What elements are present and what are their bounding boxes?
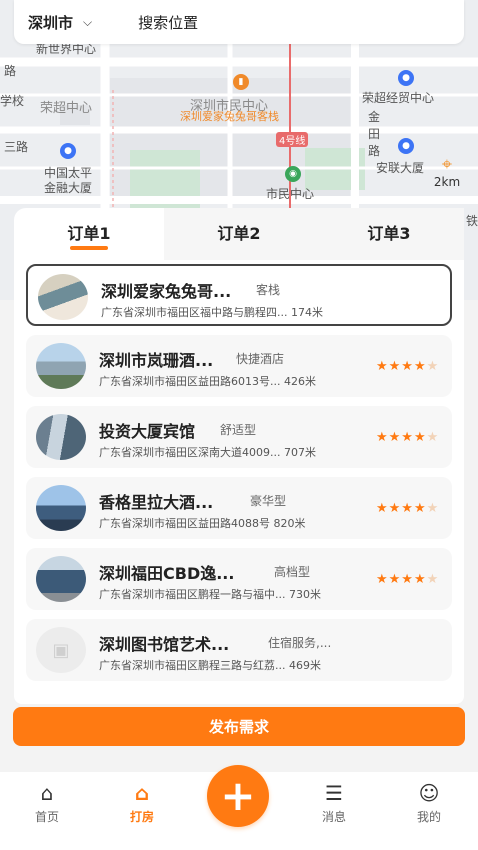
hotel-marker-icon[interactable]: ▮ xyxy=(233,74,249,90)
hotel-type: 豪华型 xyxy=(250,494,287,508)
distance-value: 2km xyxy=(433,175,461,189)
nav-label: 打房 xyxy=(129,810,154,824)
publish-demand-button[interactable]: 发布需求 xyxy=(13,707,465,746)
map-label-hotel: 深圳爱家兔兔哥客栈 xyxy=(180,110,279,123)
image-placeholder-icon: ▣ xyxy=(36,627,86,673)
nav-label: 首页 xyxy=(34,810,59,824)
hotel-thumbnail xyxy=(38,274,88,320)
hotel-name: 深圳市岚珊酒... xyxy=(99,351,214,370)
hotel-type: 快捷酒店 xyxy=(236,352,285,366)
hotel-type: 高档型 xyxy=(274,565,311,579)
nav-label: 消息 xyxy=(321,810,346,824)
map-pin-icon: ● xyxy=(398,138,414,154)
hotel-address: 广东省深圳市福田区鹏程三路与红荔... 469米 xyxy=(99,659,321,672)
profile-icon: ☺ xyxy=(418,781,440,805)
hotel-list-item[interactable]: 投资大厦宾馆 舒适型 广东省深圳市福田区深南大道4009... 707米 ★★★… xyxy=(26,406,452,468)
map-label-allianz: 安联大厦 xyxy=(376,161,425,175)
hotel-list-item[interactable]: 深圳爱家兔兔哥... 客栈 广东省深圳市福田区福中路与鹏程四... 174米 xyxy=(26,264,452,326)
star-rating: ★★★★★ xyxy=(376,501,440,516)
hotel-name: 深圳图书馆艺术... xyxy=(99,635,230,654)
hotel-name: 香格里拉大酒... xyxy=(99,493,214,512)
star-rating: ★★★★★ xyxy=(376,572,440,587)
hotel-name: 深圳福田CBD逸... xyxy=(99,564,235,583)
nav-profile[interactable]: ☺ 我的 xyxy=(399,780,459,825)
map-label-sanlu: 三路 xyxy=(4,140,29,154)
nav-label: 我的 xyxy=(416,810,441,824)
map-pin-icon: ● xyxy=(60,143,76,159)
map-label-rongchao-trade: 荣超经贸中心 xyxy=(362,91,435,105)
hotel-list-item[interactable]: 深圳市岚珊酒... 快捷酒店 广东省深圳市福田区益田路6013号... 426米… xyxy=(26,335,452,397)
hotel-address: 广东省深圳市福田区益田路4088号 820米 xyxy=(99,517,306,530)
nav-home[interactable]: ⌂ 首页 xyxy=(17,780,77,825)
search-bar: 深圳市 ⌵ 搜索位置 xyxy=(14,0,464,44)
hotel-list-item[interactable]: ▣ 深圳图书馆艺术... 住宿服务,... 广东省深圳市福田区鹏程三路与红荔..… xyxy=(26,619,452,681)
hotel-address: 广东省深圳市福田区深南大道4009... 707米 xyxy=(99,446,316,459)
tab-order-2[interactable]: 订单2 xyxy=(164,208,314,260)
hotel-address: 广东省深圳市福田区福中路与鹏程四... 174米 xyxy=(101,306,323,319)
nav-messages[interactable]: ☰ 消息 xyxy=(304,780,364,825)
search-input[interactable]: 搜索位置 xyxy=(138,12,198,33)
hotel-list: 深圳爱家兔兔哥... 客栈 广东省深圳市福田区福中路与鹏程四... 174米 深… xyxy=(26,264,452,690)
hotel-thumbnail xyxy=(36,485,86,531)
metro-station-icon: ◉ xyxy=(285,166,301,182)
tab-order-3[interactable]: 订单3 xyxy=(314,208,464,260)
map-label-road: 路 xyxy=(4,64,17,78)
home-icon: ⌂ xyxy=(40,781,54,805)
map-label-civic-station: 市民中心 xyxy=(266,187,315,201)
hotel-type: 舒适型 xyxy=(220,423,257,437)
plus-icon: + xyxy=(220,771,256,820)
distance-filter-button[interactable]: ⌖ 2km xyxy=(430,154,464,190)
hotel-list-item[interactable]: 深圳福田CBD逸... 高档型 广东省深圳市福田区鹏程一路与福中... 730米… xyxy=(26,548,452,610)
hotel-thumbnail xyxy=(36,414,86,460)
order-tabs: 订单1 订单2 订单3 xyxy=(14,208,464,260)
nav-hotel[interactable]: ⌂ 打房 xyxy=(112,780,172,825)
location-range-icon: ⌖ xyxy=(441,154,453,175)
star-rating: ★★★★★ xyxy=(376,430,440,445)
map-label-school: 学校 xyxy=(0,94,25,108)
hotel-address: 广东省深圳市福田区鹏程一路与福中... 730米 xyxy=(99,588,321,601)
hotel-type: 住宿服务,... xyxy=(268,636,332,650)
map-label-rongchao: 荣超中心 xyxy=(40,101,93,116)
map-label-jin: 金 xyxy=(368,110,381,124)
hotel-icon: ⌂ xyxy=(134,781,150,805)
tab-order-1[interactable]: 订单1 xyxy=(14,208,164,260)
add-button[interactable]: + xyxy=(207,765,269,827)
city-selector[interactable]: 深圳市 xyxy=(28,12,73,33)
message-icon: ☰ xyxy=(325,781,343,805)
metro-line-badge: 4号线 xyxy=(276,132,309,147)
hotel-name: 投资大厦宾馆 xyxy=(99,422,196,441)
map-label-lu: 路 xyxy=(368,144,381,158)
map-label-finance: 金融大厦 xyxy=(44,181,93,195)
hotel-type: 客栈 xyxy=(256,283,281,297)
map-label-rail: 铁 xyxy=(466,214,478,228)
hotel-thumbnail xyxy=(36,343,86,389)
chevron-down-icon[interactable]: ⌵ xyxy=(83,15,92,30)
hotel-name: 深圳爱家兔兔哥... xyxy=(101,282,232,301)
orders-panel: 订单1 订单2 订单3 深圳爱家兔兔哥... 客栈 广东省深圳市福田区福中路与鹏… xyxy=(14,208,464,704)
star-rating: ★★★★★ xyxy=(376,359,440,374)
map-pin-icon: ● xyxy=(398,70,414,86)
hotel-address: 广东省深圳市福田区益田路6013号... 426米 xyxy=(99,375,316,388)
map-label-tian: 田 xyxy=(368,127,381,141)
hotel-list-item[interactable]: 香格里拉大酒... 豪华型 广东省深圳市福田区益田路4088号 820米 ★★★… xyxy=(26,477,452,539)
hotel-thumbnail xyxy=(36,556,86,602)
